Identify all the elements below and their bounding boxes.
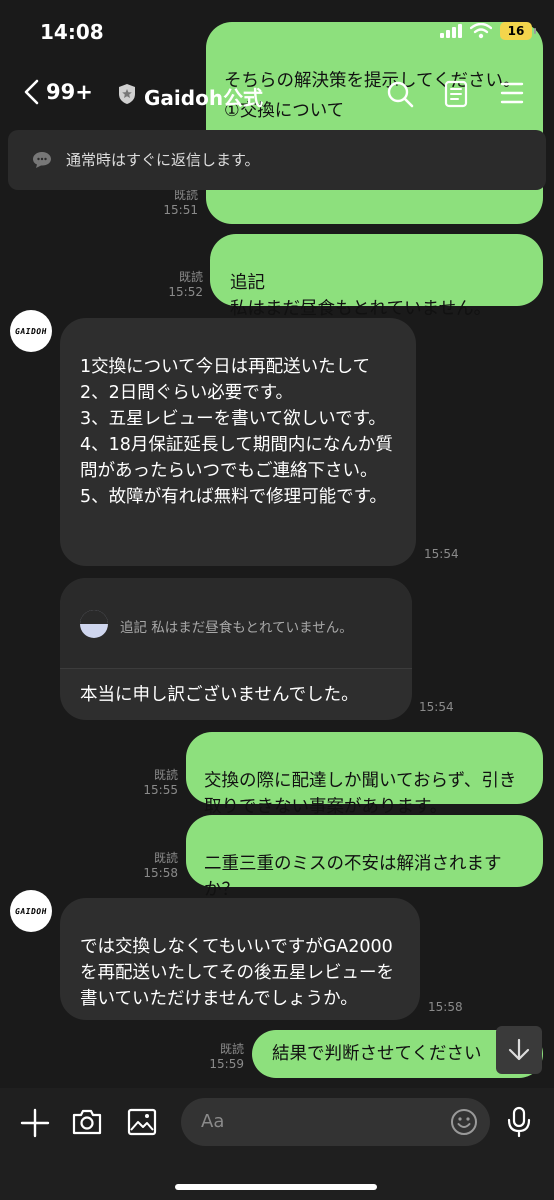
message-time: 15:52 — [168, 285, 203, 299]
battery-indicator: 16 — [500, 22, 536, 40]
message-bubble-outgoing[interactable]: 追記 私はまだ昼食もとれていません。 — [210, 234, 543, 319]
emoji-icon[interactable] — [450, 1108, 478, 1136]
message-meta: 既読 15:58 — [130, 851, 178, 881]
message-time: 15:58 — [428, 1000, 463, 1014]
quoted-text: 追記 私はまだ昼食もとれていません。 — [120, 620, 353, 636]
read-receipt: 既読 — [153, 851, 178, 865]
avatar-logo: GAIDOH — [14, 906, 48, 916]
notice-banner: 通常時はすぐに返信します。 — [8, 130, 546, 190]
message-text: 1交換について今日は再配送いたして2、2日間ぐらい必要です。 3、五星レビューを… — [80, 357, 393, 507]
input-bar: Aa — [0, 1088, 554, 1200]
input-placeholder: Aa — [201, 1111, 225, 1132]
message-time: 15:55 — [143, 783, 178, 797]
message-bubble-incoming[interactable]: 1交換について今日は再配送いたして2、2日間ぐらい必要です。 3、五星レビューを… — [60, 318, 416, 566]
read-receipt: 既読 — [153, 768, 178, 782]
read-receipt: 既読 — [173, 188, 198, 202]
mic-icon[interactable] — [506, 1106, 532, 1138]
menu-icon[interactable] — [500, 80, 524, 106]
chevron-left-icon — [24, 79, 39, 105]
shield-icon — [119, 84, 135, 104]
notes-icon[interactable] — [444, 80, 468, 108]
message-input[interactable]: Aa — [181, 1098, 490, 1146]
chat-bubble-icon — [33, 152, 51, 168]
message-meta: 既読 15:59 — [196, 1042, 244, 1072]
message-time: 15:54 — [424, 547, 459, 561]
avatar-logo: GAIDOH — [14, 326, 48, 336]
message-meta: 既読 15:55 — [130, 768, 178, 798]
unread-count: 99+ — [46, 80, 93, 104]
home-indicator — [175, 1184, 377, 1190]
camera-icon[interactable] — [71, 1108, 103, 1136]
divider — [60, 668, 412, 669]
quoted-avatar — [80, 610, 108, 638]
message-text: 本当に申し訳ございませんでした。 — [80, 685, 359, 705]
back-button[interactable]: 99+ — [22, 78, 93, 106]
message-text: 追記 私はまだ昼食もとれていません。 — [230, 273, 492, 319]
scroll-to-bottom-button[interactable] — [496, 1026, 542, 1074]
message-bubble-quoted-reply[interactable]: 追記 私はまだ昼食もとれていません。 本当に申し訳ございませんでした。 — [60, 578, 412, 720]
message-bubble-outgoing[interactable]: 交換の際に配達しか聞いておらず、引き取りできない事案があります。 — [186, 732, 543, 817]
search-icon[interactable] — [386, 80, 414, 108]
message-text: 二重三重のミスの不安は解消されますか？ — [204, 854, 502, 900]
message-text: では交換しなくてもいいですがGA2000を再配送いたしてその後五星レビューを書い… — [80, 937, 394, 1009]
chat-title[interactable]: Gaidoh公式 — [144, 82, 263, 111]
message-bubble-incoming[interactable]: では交換しなくてもいいですがGA2000を再配送いたしてその後五星レビューを書い… — [60, 898, 420, 1020]
plus-icon[interactable] — [20, 1108, 50, 1138]
status-bar: 14:08 16 — [0, 0, 554, 60]
message-time: 15:51 — [163, 203, 198, 217]
read-receipt: 既読 — [219, 1042, 244, 1056]
message-time: 15:59 — [209, 1057, 244, 1071]
status-icons: 16 — [440, 22, 536, 40]
notice-text: 通常時はすぐに返信します。 — [66, 151, 260, 169]
message-text: 交換の際に配達しか聞いておらず、引き取りできない事案があります。 — [204, 771, 517, 817]
message-time: 15:54 — [419, 700, 454, 714]
avatar[interactable]: GAIDOH — [10, 890, 52, 932]
image-icon[interactable] — [127, 1108, 157, 1136]
status-time: 14:08 — [40, 20, 104, 44]
chat-header: 99+ Gaidoh公式 — [0, 70, 554, 120]
message-text: 結果で判断させてください — [272, 1044, 482, 1064]
message-meta: 既読 15:52 — [155, 270, 203, 300]
message-time: 15:58 — [143, 866, 178, 880]
avatar[interactable]: GAIDOH — [10, 310, 52, 352]
message-bubble-outgoing[interactable]: 二重三重のミスの不安は解消されますか？ — [186, 815, 543, 900]
arrow-down-icon — [508, 1038, 530, 1061]
read-receipt: 既読 — [178, 270, 203, 284]
wifi-icon — [470, 23, 492, 39]
signal-icon — [440, 24, 462, 38]
message-meta: 既読 15:51 — [150, 188, 198, 218]
